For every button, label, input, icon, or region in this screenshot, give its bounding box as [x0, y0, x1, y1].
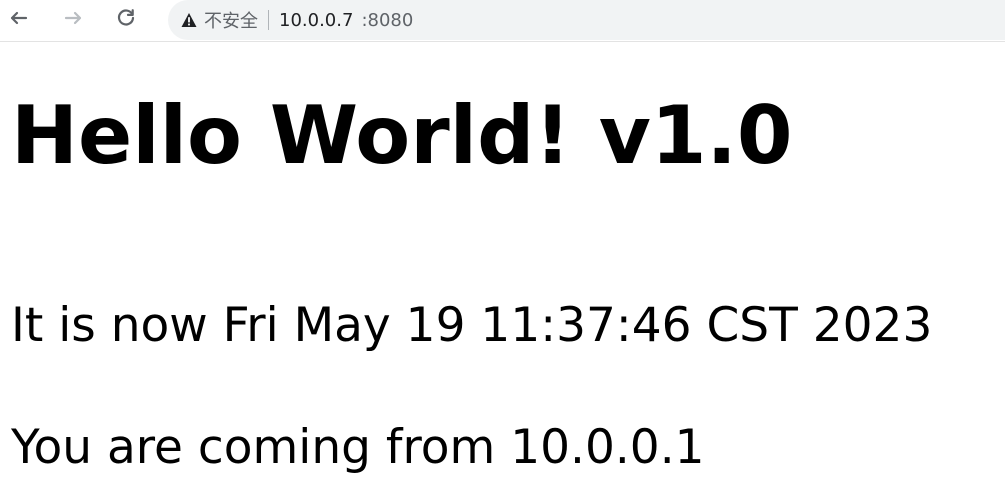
- address-bar[interactable]: 不安全 10.0.0.7 :8080: [168, 0, 1005, 40]
- forward-arrow-icon: [62, 6, 86, 30]
- address-bar-content: 不安全 10.0.0.7 :8080: [180, 0, 413, 40]
- forward-button[interactable]: [60, 4, 88, 32]
- url-port: :8080: [361, 9, 414, 31]
- reload-icon: [114, 6, 138, 30]
- source-ip-text: You are coming from 10.0.0.1: [11, 420, 705, 475]
- url-host: 10.0.0.7: [279, 9, 354, 31]
- back-arrow-icon: [6, 6, 30, 30]
- page-content: Hello World! v1.0 It is now Fri May 19 1…: [0, 42, 1005, 487]
- browser-toolbar: 不安全 10.0.0.7 :8080: [0, 0, 1005, 42]
- warning-icon: [180, 11, 198, 29]
- security-indicator[interactable]: 不安全: [180, 7, 258, 33]
- reload-button[interactable]: [112, 4, 140, 32]
- page-title: Hello World! v1.0: [11, 89, 793, 182]
- back-button[interactable]: [4, 4, 32, 32]
- address-divider: [268, 10, 269, 30]
- security-label: 不安全: [204, 11, 258, 32]
- current-time-text: It is now Fri May 19 11:37:46 CST 2023: [11, 298, 933, 353]
